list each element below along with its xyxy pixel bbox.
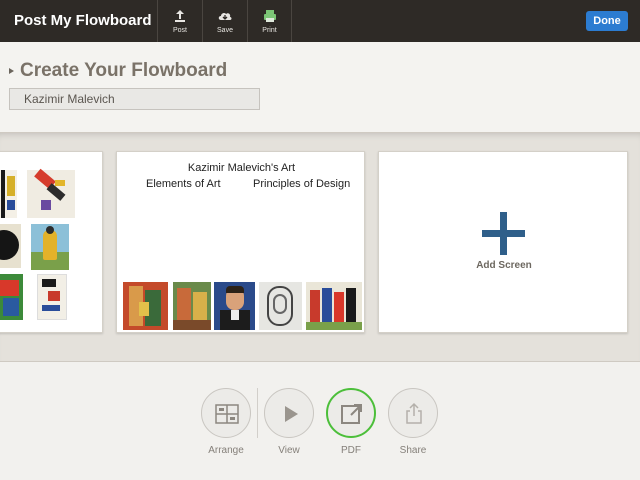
artwork-thumbnail [0, 274, 23, 320]
save-label: Save [217, 27, 233, 34]
add-screen-card[interactable]: Add Screen [378, 151, 628, 333]
arrange-label: Arrange [208, 445, 244, 456]
artwork-thumbnail [0, 170, 17, 218]
artwork-thumbnail [306, 282, 362, 330]
share-label: Share [399, 445, 427, 456]
artwork-thumbnail [37, 274, 67, 320]
post-label: Post [172, 27, 187, 34]
pdf-label: PDF [341, 445, 361, 456]
artwork-thumbnail [0, 224, 21, 268]
top-bar: Post My Flowboard Post Save Print Done [0, 0, 640, 42]
artwork-thumbnail [27, 168, 75, 218]
screen-card-2[interactable]: Kazimir Malevich's Art Elements of Art P… [116, 151, 365, 333]
view-button[interactable] [264, 388, 314, 438]
flowboard-name-field[interactable]: Kazimir Malevich [9, 88, 260, 110]
header: Create Your Flowboard Kazimir Malevich [0, 42, 640, 132]
disclosure-triangle-icon [9, 68, 14, 74]
app-title: Post My Flowboard [14, 12, 152, 29]
done-button[interactable]: Done [586, 11, 628, 31]
upload-icon [175, 10, 185, 22]
arrange-button[interactable] [201, 388, 251, 438]
export-icon [341, 404, 362, 424]
play-icon [285, 406, 298, 422]
view-label: View [278, 445, 300, 456]
save-button[interactable]: Save [202, 0, 247, 42]
artwork-thumbnail [173, 282, 211, 330]
page-title: Create Your Flowboard [20, 60, 228, 81]
share-button[interactable] [388, 388, 438, 438]
artwork-thumbnail [259, 282, 302, 330]
print-label: Print [262, 27, 277, 34]
pdf-button[interactable] [326, 388, 376, 438]
post-button[interactable]: Post [157, 0, 202, 42]
bottom-toolbar: Arrange View PDF Share [0, 362, 640, 480]
artwork-thumbnail [31, 224, 69, 270]
cloud-save-icon [218, 12, 232, 20]
screen-card-1[interactable] [0, 151, 103, 333]
artwork-thumbnail [123, 282, 168, 330]
add-screen-label: Add Screen [476, 260, 532, 271]
print-button[interactable]: Print [247, 0, 292, 42]
screen-strip[interactable]: Kazimir Malevich's Art Elements of Art P… [0, 132, 640, 362]
arrange-icon [215, 404, 239, 424]
principles-of-design-link[interactable]: Principles of Design [253, 178, 350, 190]
screen-title: Kazimir Malevich's Art [187, 162, 296, 174]
share-icon [406, 402, 422, 424]
toolbar-divider [257, 388, 258, 438]
artwork-thumbnail [214, 282, 255, 330]
printer-icon [263, 10, 276, 22]
elements-of-art-link[interactable]: Elements of Art [146, 178, 221, 190]
